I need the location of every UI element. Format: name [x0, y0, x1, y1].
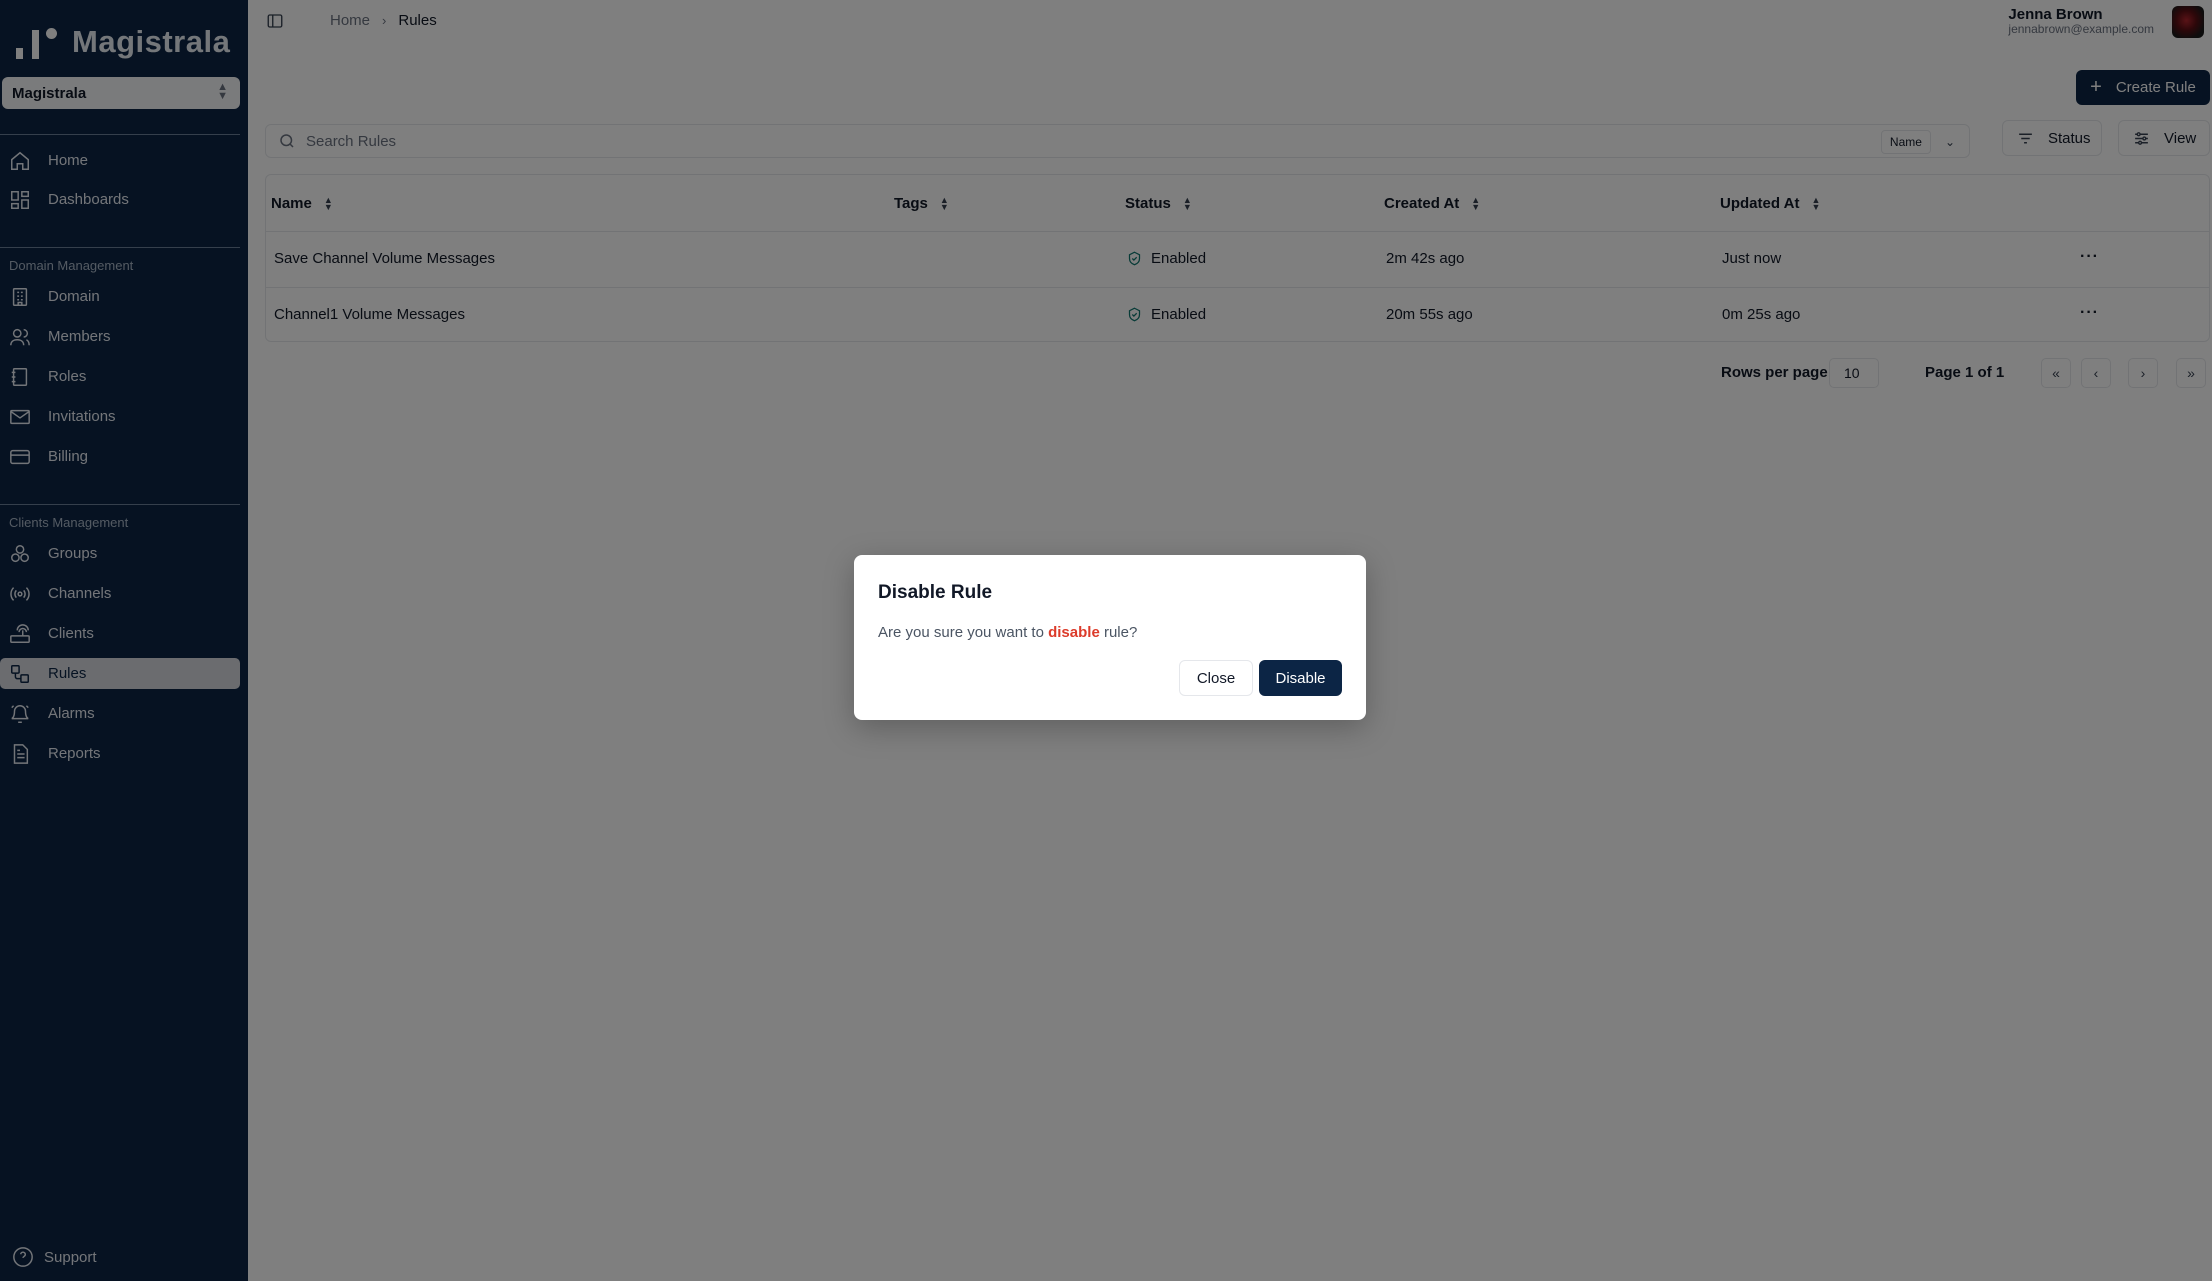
close-button-label: Close — [1196, 669, 1236, 687]
close-button[interactable]: Close — [1179, 660, 1253, 696]
dialog-title: Disable Rule — [878, 582, 993, 603]
dialog-message-highlight: disable — [1048, 624, 1100, 641]
dialog-message-prefix: Are you sure you want to — [878, 624, 1049, 641]
disable-button[interactable]: Disable — [1259, 660, 1342, 696]
disable-button-label: Disable — [1275, 669, 1326, 687]
disable-rule-dialog: Disable Rule Are you sure you want to di… — [854, 555, 1366, 720]
dialog-message-suffix: rule? — [1099, 624, 1138, 641]
dialog-message: Are you sure you want to disable rule? — [878, 624, 1137, 641]
